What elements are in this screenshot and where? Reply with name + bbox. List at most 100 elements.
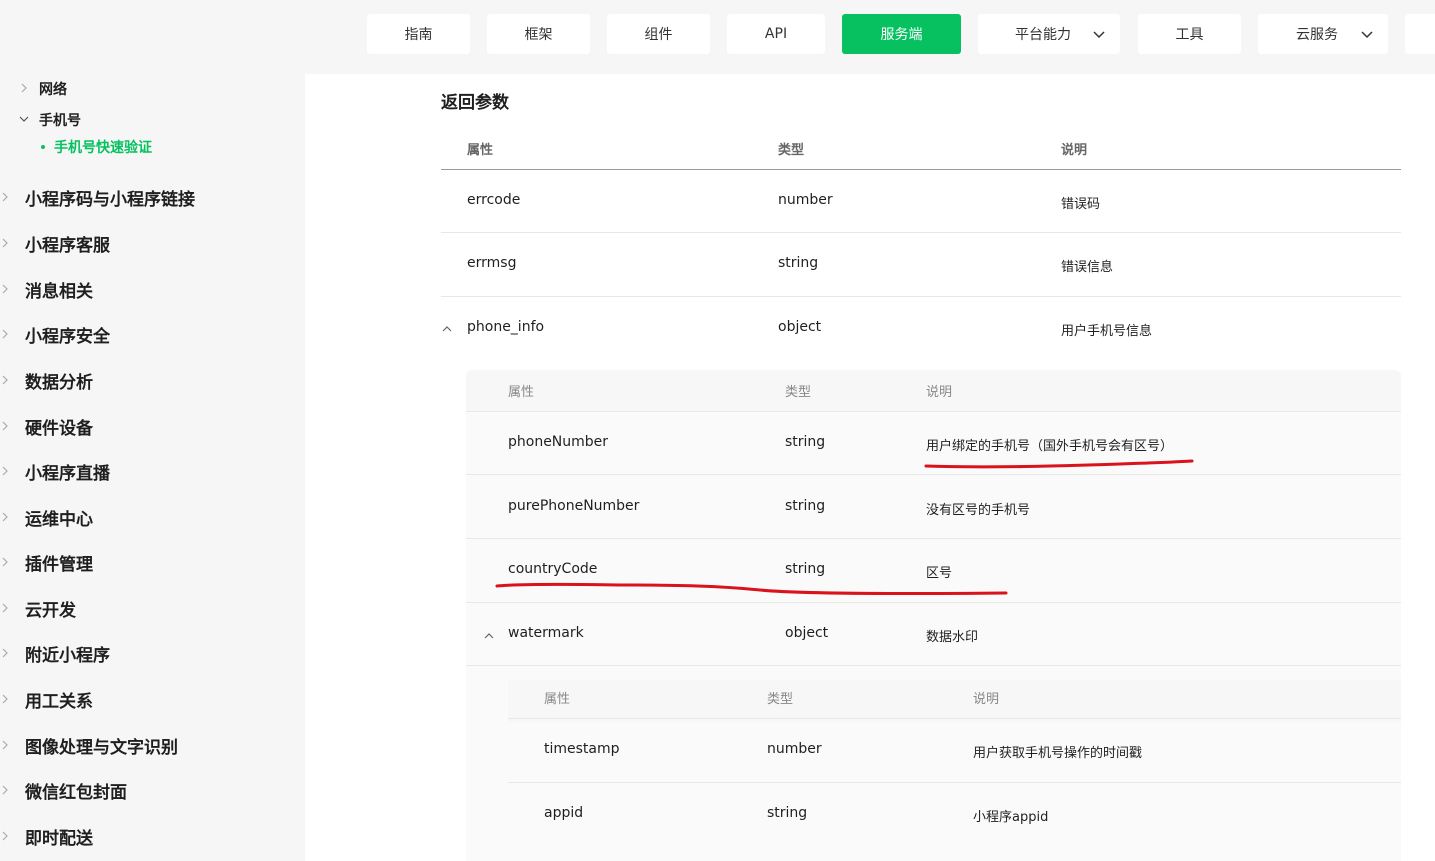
sidebar-category-label: 小程序安全 (25, 326, 110, 347)
chevron-right-icon (2, 466, 8, 476)
row-country-code-name: countryCode (508, 561, 598, 577)
col-header-desc: 说明 (1061, 143, 1088, 158)
tab-tools[interactable]: 工具 (1138, 14, 1241, 54)
row-divider (508, 718, 1401, 719)
row-appid-desc: 小程序appid (973, 810, 1049, 825)
sidebar-item-network[interactable]: 网络 (39, 79, 67, 99)
col-header-desc: 说明 (926, 385, 953, 400)
chevron-right-icon (2, 375, 8, 385)
chevron-up-icon[interactable] (442, 325, 452, 333)
tab-guide[interactable]: 指南 (367, 14, 470, 54)
sidebar-category[interactable]: 图像处理与文字识别 (0, 729, 305, 761)
tab-label: 服务端 (880, 27, 923, 43)
sidebar-category-label: 用工关系 (25, 691, 93, 712)
row-errcode-name: errcode (467, 192, 521, 208)
tab-api[interactable]: API (727, 14, 825, 54)
row-timestamp-desc: 用户获取手机号操作的时间戳 (973, 746, 1143, 761)
sidebar-category[interactable]: 附近小程序 (0, 637, 305, 669)
sidebar-category[interactable]: 即时配送 (0, 820, 305, 852)
col-header-type: 类型 (767, 692, 794, 707)
row-phone-number-type: string (785, 434, 826, 450)
sidebar-category[interactable]: 消息相关 (0, 273, 305, 305)
row-appid-type: string (767, 805, 808, 821)
sidebar-category-label: 微信红包封面 (25, 782, 127, 803)
chevron-right-icon (21, 83, 27, 93)
tab-label: 平台能力 (1015, 27, 1071, 43)
tab-cloud[interactable]: 云服务 (1258, 14, 1388, 54)
sidebar-category[interactable]: 运维中心 (0, 501, 305, 533)
row-pure-phone-number-type: string (785, 498, 826, 514)
tab-label: 组件 (644, 27, 673, 43)
col-header-type: 类型 (785, 385, 812, 400)
row-phone-number-desc: 用户绑定的手机号（国外手机号会有区号） (926, 439, 1174, 454)
chevron-right-icon (2, 785, 8, 795)
row-divider (466, 602, 1401, 603)
row-phone-info-type: object (778, 319, 822, 335)
chevron-right-icon (2, 284, 8, 294)
chevron-right-icon (2, 421, 8, 431)
sidebar-category[interactable]: 用工关系 (0, 683, 305, 715)
chevron-down-icon (19, 116, 29, 122)
col-header-attr: 属性 (508, 385, 535, 400)
sidebar-category[interactable]: 小程序客服 (0, 227, 305, 259)
row-watermark-name[interactable]: watermark (508, 625, 584, 641)
watermark-subtable-header (508, 680, 1401, 722)
row-divider (466, 665, 1401, 666)
sidebar-category[interactable]: 小程序直播 (0, 455, 305, 487)
tab-components[interactable]: 组件 (607, 14, 710, 54)
row-errmsg-name: errmsg (467, 255, 517, 271)
row-errcode-desc: 错误码 (1061, 197, 1101, 212)
chevron-up-icon[interactable] (484, 632, 494, 640)
header-divider (441, 169, 1401, 170)
row-timestamp-name: timestamp (544, 741, 620, 757)
row-divider (466, 474, 1401, 475)
sidebar-item-phone[interactable]: 手机号 (39, 110, 81, 130)
tab-more[interactable] (1405, 14, 1435, 54)
sidebar-category[interactable]: 小程序码与小程序链接 (0, 181, 305, 213)
chevron-down-icon (1093, 31, 1105, 39)
row-watermark-type: object (785, 625, 829, 641)
row-watermark-desc: 数据水印 (926, 630, 979, 645)
sidebar-category-label: 运维中心 (25, 509, 93, 530)
tab-framework[interactable]: 框架 (487, 14, 590, 54)
chevron-right-icon (2, 329, 8, 339)
sidebar-category[interactable]: 硬件设备 (0, 410, 305, 442)
sidebar-category-label: 图像处理与文字识别 (25, 737, 178, 758)
chevron-right-icon (2, 740, 8, 750)
tab-platform[interactable]: 平台能力 (978, 14, 1120, 54)
phone-info-subtable: 属性 类型 说明 phoneNumber string 用户绑定的手机号（国外手… (466, 370, 1401, 861)
sidebar-category[interactable]: 云开发 (0, 592, 305, 624)
row-country-code-desc: 区号 (926, 566, 953, 581)
chevron-right-icon (2, 557, 8, 567)
tab-label: 指南 (404, 27, 433, 43)
row-pure-phone-number-name: purePhoneNumber (508, 498, 640, 514)
sidebar: 网络 手机号 手机号快速验证 小程序码与小程序链接小程序客服消息相关小程序安全数… (0, 74, 305, 861)
row-timestamp-type: number (767, 741, 822, 757)
row-country-code-type: string (785, 561, 826, 577)
tab-server[interactable]: 服务端 (842, 14, 961, 54)
chevron-right-icon (2, 192, 8, 202)
row-divider (441, 296, 1401, 297)
col-header-desc: 说明 (973, 692, 1000, 707)
row-divider (508, 782, 1401, 783)
sidebar-category-label: 附近小程序 (25, 645, 110, 666)
sidebar-category[interactable]: 小程序安全 (0, 318, 305, 350)
sidebar-category[interactable]: 微信红包封面 (0, 774, 305, 806)
sidebar-item-phone-quick-verify[interactable]: 手机号快速验证 (41, 137, 152, 157)
tab-label: 工具 (1175, 27, 1204, 43)
active-dot (41, 145, 45, 149)
row-divider (441, 232, 1401, 233)
main-content: 返回参数 属性 类型 说明 errcode number 错误码 errmsg … (305, 74, 1435, 861)
row-divider (466, 411, 1401, 412)
sidebar-category-label: 即时配送 (25, 828, 93, 849)
sidebar-category[interactable]: 数据分析 (0, 364, 305, 396)
row-phone-info-name[interactable]: phone_info (467, 319, 544, 335)
sidebar-category[interactable]: 插件管理 (0, 546, 305, 578)
row-divider (466, 538, 1401, 539)
row-phone-info-desc: 用户手机号信息 (1061, 324, 1153, 339)
sidebar-category-label: 小程序码与小程序链接 (25, 189, 195, 210)
col-header-type: 类型 (778, 143, 805, 158)
sidebar-category-label: 小程序直播 (25, 463, 110, 484)
sidebar-category-label: 硬件设备 (25, 418, 93, 439)
row-pure-phone-number-desc: 没有区号的手机号 (926, 503, 1031, 518)
